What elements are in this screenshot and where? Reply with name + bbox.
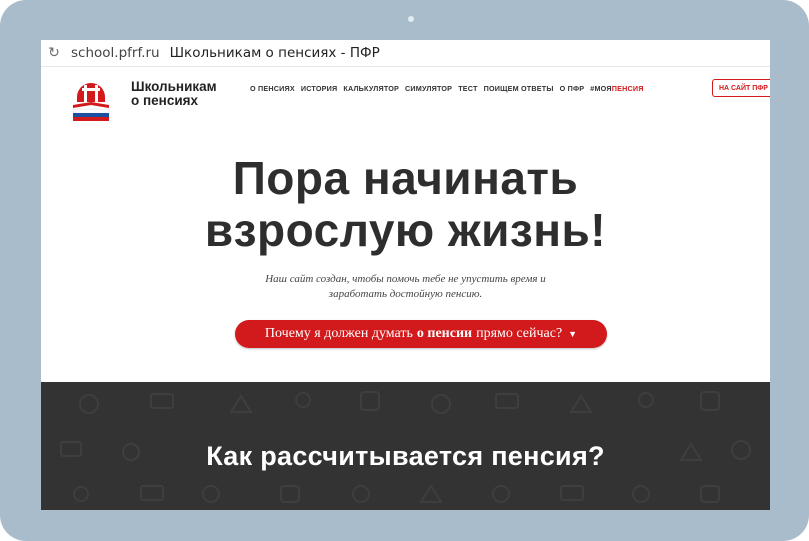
url-text[interactable]: school.pfrf.ru xyxy=(71,45,160,61)
logo-text[interactable]: Школьникам о пенсиях xyxy=(131,80,217,108)
why-pension-button[interactable]: Почему я должен думать о пенсии прямо се… xyxy=(235,320,607,348)
pension-calc-section: Как рассчитывается пенсия? xyxy=(41,382,770,510)
nav-item-about-pfr[interactable]: О ПФР xyxy=(560,84,585,93)
pfr-site-button[interactable]: НА САЙТ ПФР xyxy=(712,79,770,97)
section-title: Как рассчитывается пенсия? xyxy=(206,441,605,471)
pfr-site-button-label: НА САЙТ ПФР xyxy=(719,84,768,92)
cta-text-before: Почему я должен думать xyxy=(264,326,413,341)
nav-item-simulator[interactable]: СИМУЛЯТОР xyxy=(405,84,452,93)
cta-text-bold: о пенсии xyxy=(416,326,473,341)
logo-line-2: о пенсиях xyxy=(131,93,199,108)
nav-item-calculator[interactable]: КАЛЬКУЛЯТОР xyxy=(343,84,399,93)
logo-line-1: Школьникам xyxy=(131,79,217,94)
hero-subtitle-line-1: Наш сайт создан, чтобы помочь тебе не уп… xyxy=(265,273,546,285)
hero-title: Пора начинать взрослую жизнь! xyxy=(41,152,770,256)
nav-item-find-answers[interactable]: ПОИЩЕМ ОТВЕТЫ xyxy=(484,84,554,93)
camera-dot xyxy=(408,16,414,22)
nav-item-about-pensions[interactable]: О ПЕНСИЯХ xyxy=(250,84,295,93)
screen: ↻ school.pfrf.ru Школьникам о пенсиях - … xyxy=(41,40,770,510)
chevron-down-icon: ▼ xyxy=(568,329,578,339)
page-title: Школьникам о пенсиях - ПФР xyxy=(169,45,380,61)
nav-item-test[interactable]: ТЕСТ xyxy=(458,84,477,93)
pfr-logo-icon[interactable] xyxy=(71,75,111,121)
cta-text-after: прямо сейчас? xyxy=(476,326,563,341)
hashtag-prefix: #МОЯ xyxy=(590,84,612,93)
hero-title-line-2: взрослую жизнь! xyxy=(204,204,607,256)
address-bar: ↻ school.pfrf.ru Школьникам о пенсиях - … xyxy=(41,40,770,67)
nav-item-my-pension[interactable]: #МОЯПЕНСИЯ xyxy=(590,84,643,93)
reload-icon[interactable]: ↻ xyxy=(41,45,67,61)
device-frame: ↻ school.pfrf.ru Школьникам о пенсиях - … xyxy=(0,0,809,541)
hero-subtitle-line-2: заработать достойную пенсию. xyxy=(328,288,483,300)
nav-item-history[interactable]: ИСТОРИЯ xyxy=(301,84,338,93)
site-header: Школьникам о пенсиях О ПЕНСИЯХ ИСТОРИЯ К… xyxy=(41,66,770,124)
hero-subtitle: Наш сайт создан, чтобы помочь тебе не уп… xyxy=(41,272,770,302)
main-nav: О ПЕНСИЯХ ИСТОРИЯ КАЛЬКУЛЯТОР СИМУЛЯТОР … xyxy=(250,84,650,93)
hero-title-line-1: Пора начинать xyxy=(232,152,579,204)
hashtag-red: ПЕНСИЯ xyxy=(611,84,644,93)
